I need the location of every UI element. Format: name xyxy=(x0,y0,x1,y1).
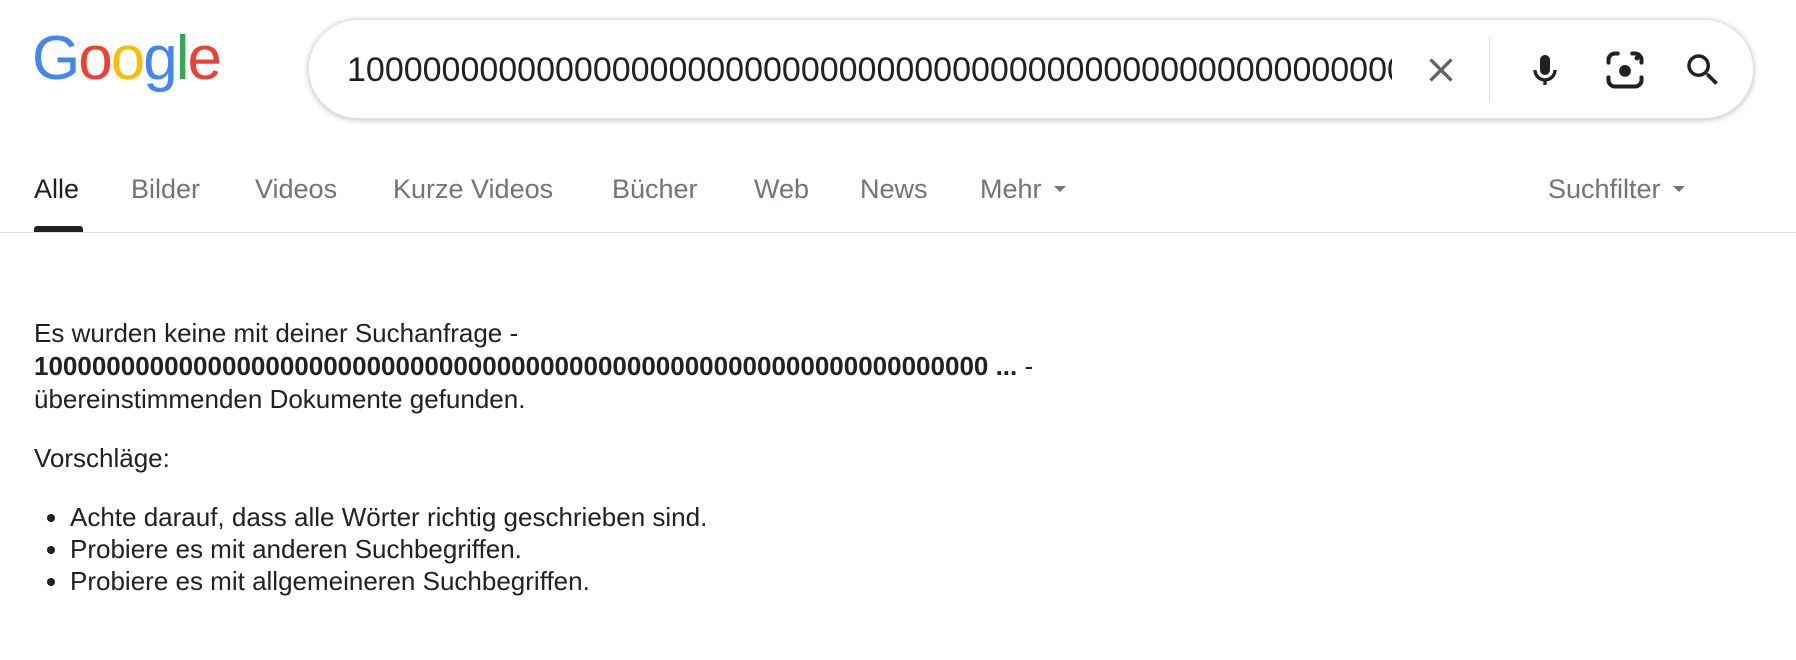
google-logo[interactable]: G o o g l e xyxy=(32,24,222,93)
search-results-page: G o o g l e 1000000000000000000000000000… xyxy=(0,0,1796,660)
chevron-down-icon xyxy=(1672,185,1685,192)
tab-all[interactable]: Alle xyxy=(34,174,79,205)
tab-more-label: Mehr xyxy=(980,174,1042,204)
tab-videos[interactable]: Videos xyxy=(255,174,337,205)
clear-search-button[interactable] xyxy=(1413,42,1469,98)
tab-news[interactable]: News xyxy=(860,174,928,205)
no-results-query-line: 1000000000000000000000000000000000000000… xyxy=(34,350,1434,383)
tab-books[interactable]: Bücher xyxy=(612,174,698,205)
suggestion-item: Probiere es mit allgemeineren Suchbegrif… xyxy=(70,565,1434,597)
search-submit-button[interactable] xyxy=(1675,42,1731,98)
tab-more[interactable]: Mehr xyxy=(980,174,1066,205)
search-input[interactable] xyxy=(347,44,1392,96)
logo-letter: o xyxy=(78,24,113,93)
search-tools-label: Suchfilter xyxy=(1548,174,1661,204)
search-box xyxy=(308,19,1754,119)
no-results-dash: - xyxy=(1017,351,1034,381)
tab-short-videos[interactable]: Kurze Videos xyxy=(393,174,553,205)
logo-letter: o xyxy=(110,24,146,93)
tab-web[interactable]: Web xyxy=(754,174,809,205)
search-tabs: Alle Bilder Videos Kurze Videos Bücher W… xyxy=(0,160,1796,232)
suggestions-title: Vorschläge: xyxy=(34,443,170,473)
suggestions-list: Achte darauf, dass alle Wörter richtig g… xyxy=(34,501,1434,597)
chevron-down-icon xyxy=(1053,185,1066,192)
lens-icon xyxy=(1606,51,1644,89)
logo-letter: g xyxy=(143,24,178,93)
close-icon xyxy=(1429,58,1453,82)
search-box-divider xyxy=(1489,38,1490,102)
voice-search-button[interactable] xyxy=(1517,42,1573,98)
search-icon xyxy=(1687,54,1718,85)
logo-letter: l xyxy=(175,24,190,93)
search-tools-button[interactable]: Suchfilter xyxy=(1548,174,1685,205)
no-results-query: 1000000000000000000000000000000000000000… xyxy=(34,351,1018,381)
tab-images[interactable]: Bilder xyxy=(131,174,200,205)
tabs-divider xyxy=(0,232,1796,233)
mic-icon xyxy=(1533,55,1557,85)
logo-letter: G xyxy=(32,24,80,93)
logo-letter: e xyxy=(187,24,222,93)
no-results-outro: übereinstimmenden Dokumente gefunden. xyxy=(34,384,526,414)
no-results-intro: Es wurden keine mit deiner Suchanfrage - xyxy=(34,318,519,348)
suggestion-item: Probiere es mit anderen Suchbegriffen. xyxy=(70,533,1434,565)
image-search-button[interactable] xyxy=(1597,42,1653,98)
no-results-message: Es wurden keine mit deiner Suchanfrage -… xyxy=(34,317,1434,597)
suggestion-item: Achte darauf, dass alle Wörter richtig g… xyxy=(70,501,1434,533)
